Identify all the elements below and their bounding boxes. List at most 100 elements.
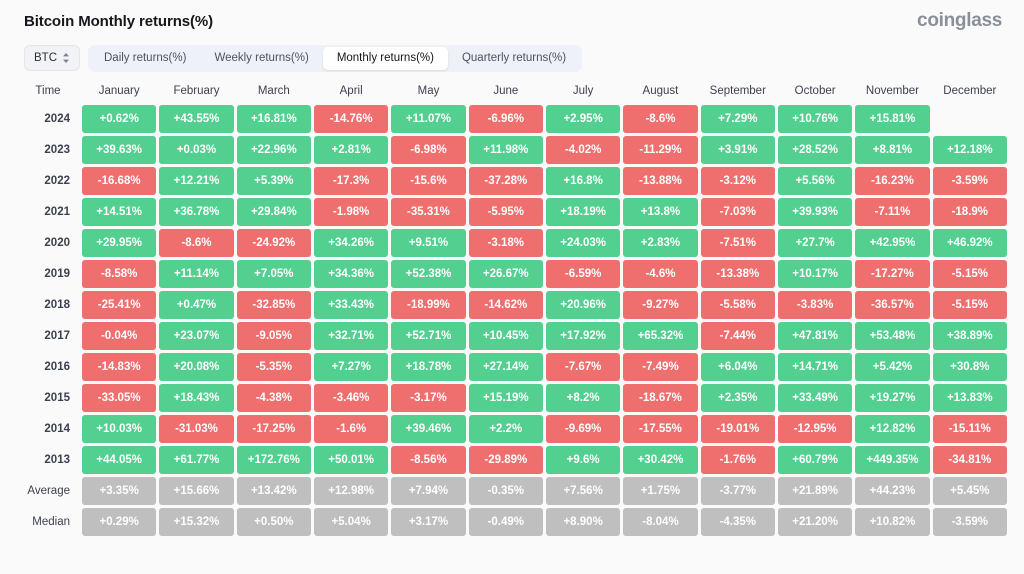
cell-2018-july: +20.96% [545, 291, 621, 319]
row-label-2013: 2013 [44, 454, 70, 466]
cell-2024-april: -14.76% [313, 105, 389, 133]
column-header-august: August [642, 85, 679, 97]
column-header-october: October [794, 85, 836, 97]
cell-2016-may: +18.78% [391, 353, 466, 381]
cell-2020-august: +2.83% [623, 229, 698, 257]
cell-2014-february: -31.03% [159, 415, 234, 443]
cell-2021-september: -7.03% [700, 198, 775, 226]
table-row: 2021 +14.51% +36.78% +29.84% -1.98% -35.31% -5… [17, 198, 1007, 226]
cell-2017-october: +47.81% [777, 322, 853, 350]
cell-2014-june: +2.2% [468, 415, 543, 443]
cell-2015-june: +15.19% [468, 384, 543, 412]
cell-2017-september: -7.44% [700, 322, 775, 350]
cell-2015-january: -33.05% [82, 384, 157, 412]
cell-2014-may: +39.46% [391, 415, 466, 443]
cell-2020-may: +9.51% [391, 229, 466, 257]
cell-2019-october: +10.17% [777, 260, 853, 288]
cell-2017-february: +23.07% [159, 322, 234, 350]
tab-label: Quarterly returns(%) [461, 52, 567, 64]
row-label-2018: 2018 [44, 299, 70, 311]
row-label-2022: 2022 [44, 175, 70, 187]
column-header-november: November [865, 85, 919, 97]
row-label-2020: 2020 [44, 237, 70, 249]
controls-bar: BTC Daily returns(%) Weekly returns(%) Mon… [0, 42, 1024, 74]
table-row: Average +3.35% +15.66% +13.42% +12.98% +7.94%… [17, 477, 1007, 505]
cell-2017-july: +17.92% [545, 322, 621, 350]
cell-2022-december: -3.59% [932, 167, 1007, 195]
cell-2019-december: -5.15% [932, 260, 1007, 288]
returns-table-container: Time January February March April May June Jul… [0, 74, 1024, 539]
tab-quarterly-returns[interactable]: Quarterly returns(%) [448, 47, 580, 70]
cell-2019-september: -13.38% [700, 260, 775, 288]
cell-median-march: +0.50% [236, 508, 311, 536]
row-label-2015: 2015 [44, 392, 70, 404]
table-row: 2013 +44.05% +61.77% +172.76% +50.01% -8.56% -… [17, 446, 1007, 474]
cell-2021-january: +14.51% [82, 198, 157, 226]
cell-2023-november: +8.81% [855, 136, 930, 164]
cell-2013-may: -8.56% [391, 446, 466, 474]
table-row: Median +0.29% +15.32% +0.50% +5.04% +3.17% -0.… [17, 508, 1007, 536]
column-header-july: July [572, 85, 594, 97]
cell-2022-may: -15.6% [391, 167, 466, 195]
cell-2024-september: +7.29% [700, 105, 775, 133]
cell-2016-june: +27.14% [468, 353, 543, 381]
cell-2013-june: -29.89% [468, 446, 543, 474]
cell-2020-november: +42.95% [855, 229, 930, 257]
cell-2013-september: -1.76% [700, 446, 775, 474]
cell-2013-march: +172.76% [236, 446, 311, 474]
cell-2021-october: +39.93% [777, 198, 853, 226]
cell-2018-october: -3.83% [777, 291, 853, 319]
tab-weekly-returns[interactable]: Weekly returns(%) [200, 47, 322, 70]
cell-2019-june: +26.67% [468, 260, 543, 288]
cell-2015-may: -3.17% [391, 384, 466, 412]
cell-median-september: -4.35% [700, 508, 775, 536]
cell-2013-october: +60.79% [777, 446, 853, 474]
tab-daily-returns[interactable]: Daily returns(%) [90, 47, 200, 70]
cell-2018-november: -36.57% [855, 291, 930, 319]
cell-2017-june: +10.45% [468, 322, 543, 350]
cell-2018-march: -32.85% [236, 291, 311, 319]
cell-2014-april: -1.6% [313, 415, 389, 443]
column-header-march: March [257, 85, 290, 97]
cell-average-january: +3.35% [82, 477, 157, 505]
cell-2017-august: +65.32% [623, 322, 698, 350]
coin-select[interactable]: BTC [24, 45, 80, 71]
cell-average-february: +15.66% [159, 477, 234, 505]
table-row: 2017 -0.04% +23.07% -9.05% +32.71% +52.71% +10… [17, 322, 1007, 350]
tab-label: Monthly returns(%) [336, 52, 434, 64]
cell-average-december: +5.45% [932, 477, 1007, 505]
cell-2016-april: +7.27% [313, 353, 389, 381]
cell-median-april: +5.04% [313, 508, 389, 536]
cell-2015-march: -4.38% [236, 384, 311, 412]
cell-2017-november: +53.48% [855, 322, 930, 350]
cell-2016-july: -7.67% [545, 353, 621, 381]
cell-2013-november: +449.35% [855, 446, 930, 474]
cell-2023-december: +12.18% [932, 136, 1007, 164]
cell-2013-december: -34.81% [932, 446, 1007, 474]
cell-median-june: -0.49% [468, 508, 543, 536]
cell-2021-april: -1.98% [313, 198, 389, 226]
cell-2014-august: -17.55% [623, 415, 698, 443]
cell-2019-may: +52.38% [391, 260, 466, 288]
cell-2016-october: +14.71% [777, 353, 853, 381]
cell-average-november: +44.23% [855, 477, 930, 505]
cell-2014-november: +12.82% [855, 415, 930, 443]
cell-2024-june: -6.96% [468, 105, 543, 133]
tab-monthly-returns[interactable]: Monthly returns(%) [322, 46, 448, 70]
cell-2023-may: -6.98% [391, 136, 466, 164]
cell-2020-march: -24.92% [236, 229, 311, 257]
cell-2020-october: +27.7% [777, 229, 853, 257]
cell-2024-july: +2.95% [545, 105, 621, 133]
cell-2020-january: +29.95% [82, 229, 157, 257]
row-label-2024: 2024 [44, 113, 70, 125]
cell-2013-january: +44.05% [82, 446, 157, 474]
cell-2020-september: -7.51% [700, 229, 775, 257]
cell-2022-january: -16.68% [82, 167, 157, 195]
table-row: 2015 -33.05% +18.43% -4.38% -3.46% -3.17% +15.… [17, 384, 1007, 412]
column-header-may: May [417, 85, 440, 97]
column-header-september: September [709, 85, 766, 97]
row-label-median: Median [32, 516, 70, 528]
cell-2015-october: +33.49% [777, 384, 853, 412]
cell-2022-april: -17.3% [313, 167, 389, 195]
coinglass-logo: coinglass [917, 10, 1002, 31]
